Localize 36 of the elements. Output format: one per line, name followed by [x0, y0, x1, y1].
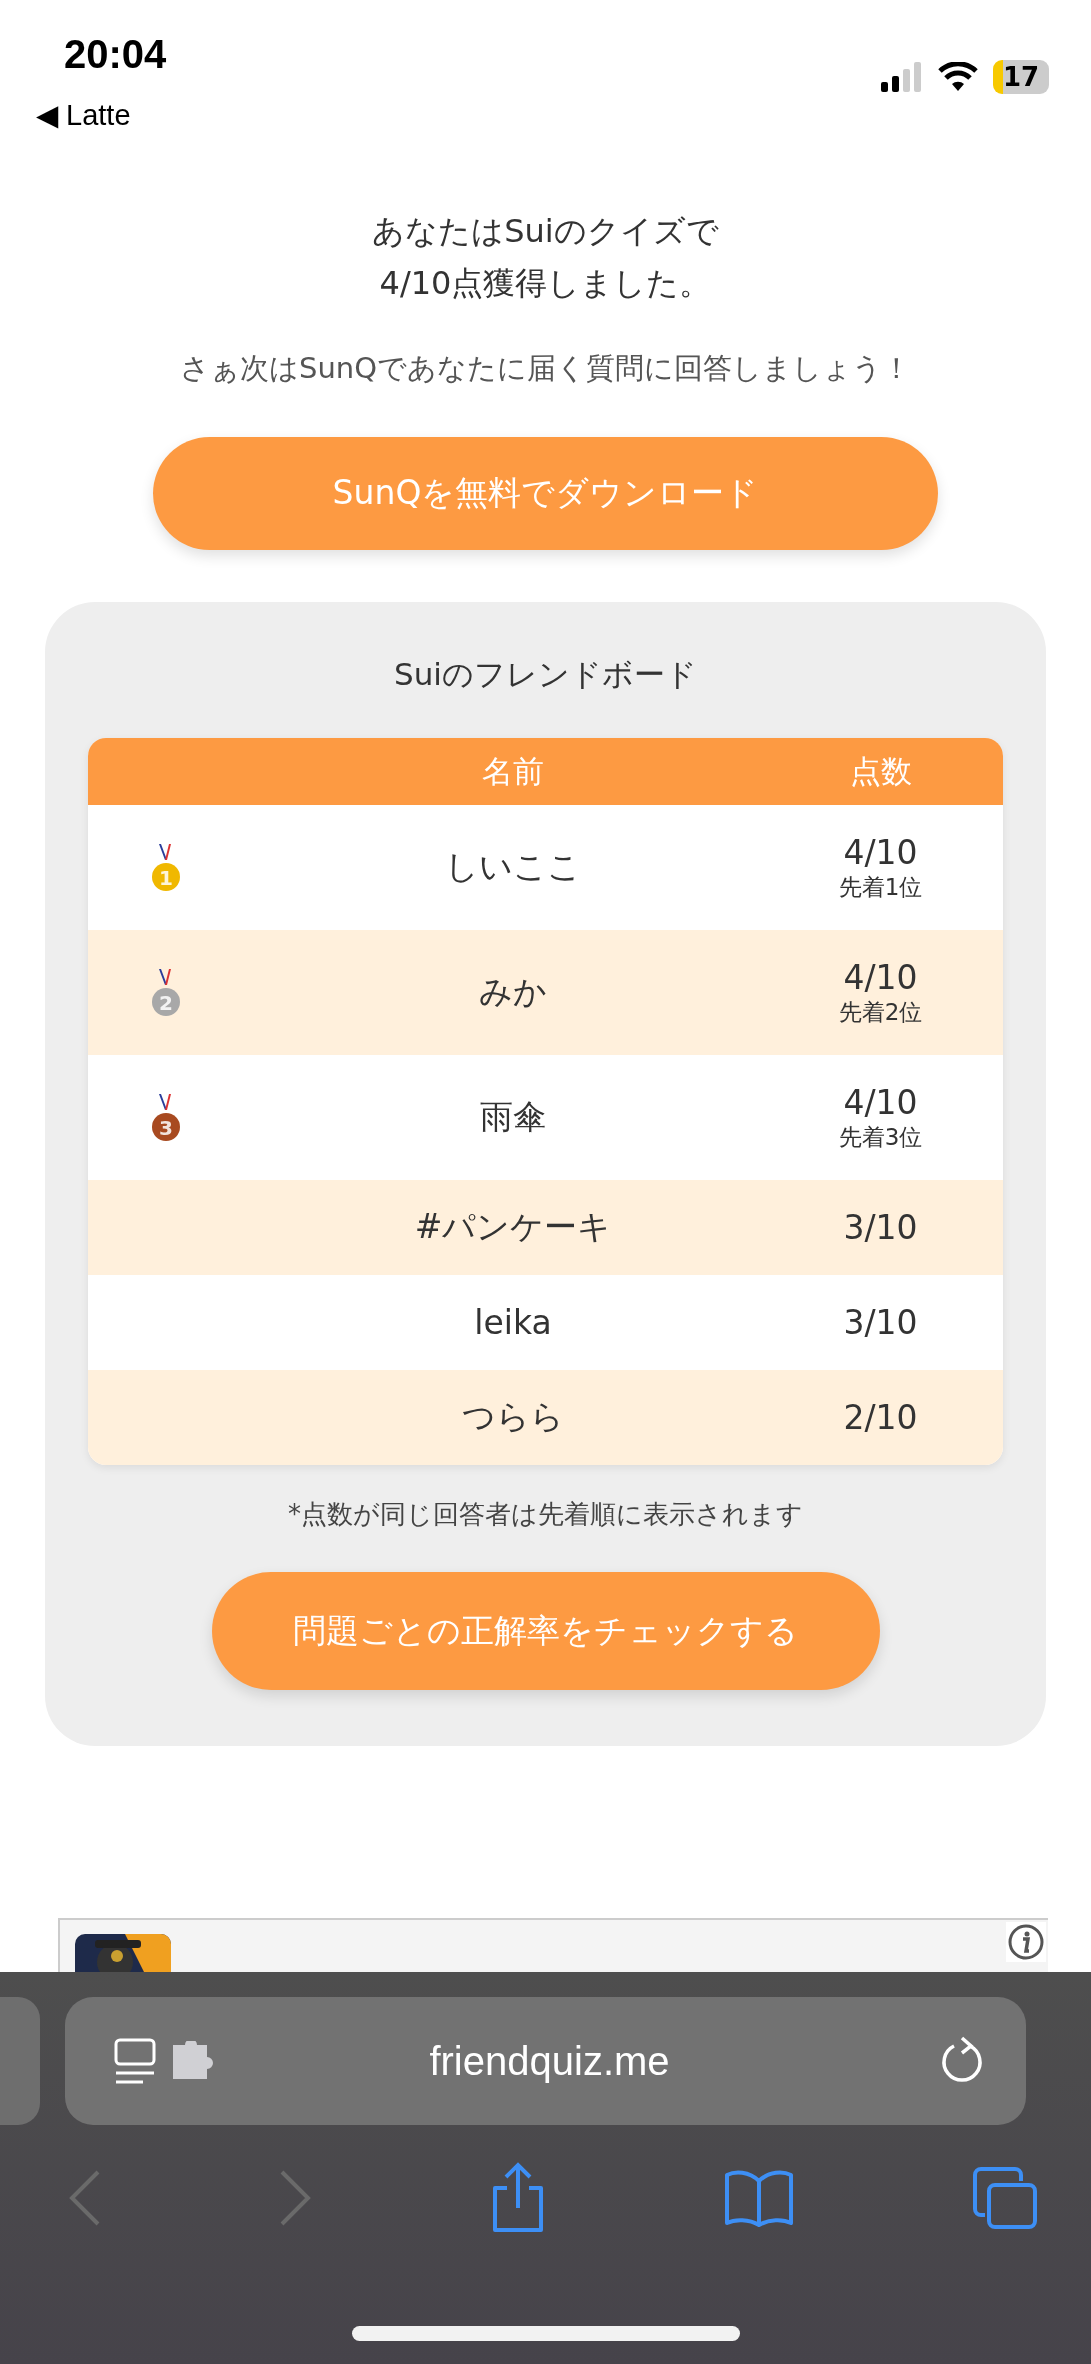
status-time: 20:04 — [64, 32, 167, 77]
result-text: あなたはSuiのクイズで — [371, 211, 720, 252]
ad-banner[interactable] — [58, 1918, 1048, 1972]
player-score: 3/10 — [843, 1303, 918, 1342]
battery-indicator: 17 — [993, 60, 1049, 94]
player-name: leika — [473, 1303, 553, 1342]
player-score: 2/10 — [843, 1398, 918, 1437]
player-score: 3/10 — [843, 1208, 918, 1247]
player-name: つらら — [461, 1396, 565, 1438]
answer-order: 先着1位 — [838, 872, 923, 902]
prompt-text: さぁ次はSunQであなたに届く質問に回答しましょう！ — [179, 350, 912, 387]
result-text: 4/10点獲得しました。 — [378, 263, 713, 304]
answer-order: 先着2位 — [838, 997, 923, 1027]
reader-icon[interactable] — [113, 2037, 157, 2085]
forward-icon[interactable] — [278, 2170, 313, 2226]
back-icon[interactable] — [68, 2170, 102, 2226]
player-score: 4/10 — [843, 958, 918, 997]
player-name: 雨傘 — [479, 1096, 547, 1138]
player-name: しいここ — [444, 846, 582, 888]
bookmarks-icon[interactable] — [722, 2169, 795, 2227]
player-score: 4/10 — [843, 833, 918, 872]
address-bar[interactable]: friendquiz.me — [65, 1997, 1026, 2125]
column-header: 名前 — [481, 751, 545, 791]
player-name: みか — [478, 971, 548, 1013]
back-to-app-link[interactable]: ◀ Latte — [36, 98, 131, 132]
tabs-icon[interactable] — [971, 2165, 1039, 2231]
wifi-icon — [937, 62, 979, 92]
player-name: #パンケーキ — [413, 1206, 613, 1248]
signal-icon — [881, 62, 923, 92]
info-icon[interactable] — [1006, 1922, 1046, 1962]
column-header: 点数 — [848, 751, 913, 791]
player-score: 4/10 — [843, 1083, 918, 1122]
answer-order: 先着3位 — [838, 1122, 923, 1152]
leaderboard-title: Suiのフレンドボード — [393, 655, 698, 694]
url-text: friendquiz.me — [428, 2038, 671, 2084]
note-text: *点数が同じ回答者は先着順に表示されます — [287, 1498, 804, 1531]
